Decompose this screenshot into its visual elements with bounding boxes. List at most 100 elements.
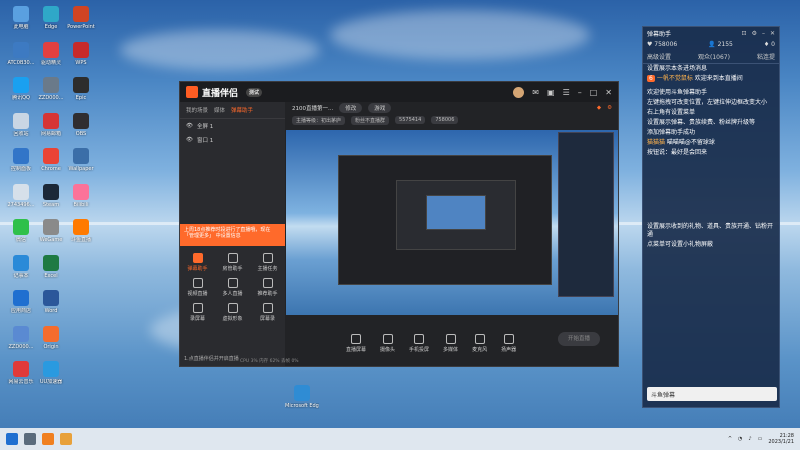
fans-count: ♥ 758006: [647, 41, 678, 48]
logo-icon: [186, 86, 198, 98]
user-name[interactable]: 一帆不觉鼠标: [657, 75, 695, 82]
desktop-icon[interactable]: ZZD000...: [4, 325, 38, 350]
notification-icon[interactable]: ✉: [532, 88, 539, 97]
share-icon[interactable]: ◆: [597, 105, 601, 111]
tool-button[interactable]: 主播任务: [250, 253, 285, 272]
tool-button[interactable]: 视频直播: [180, 278, 215, 297]
tool-button[interactable]: 多人直播: [215, 278, 250, 297]
desktop-icon[interactable]: Origin: [34, 325, 68, 350]
desktop-icon[interactable]: PowerPoint: [64, 6, 98, 30]
tool-label: 主播任务: [257, 266, 278, 272]
minimize-icon[interactable]: –: [578, 88, 582, 97]
danmu-assistant-panel: 弹幕助手 ⊡ ⚙ – ✕ ♥ 758006 👤 2155 ♦ 0 高级设置 观众(…: [642, 26, 780, 408]
tool-button[interactable]: 推荐助手: [250, 278, 285, 297]
eye-icon[interactable]: 👁: [186, 123, 193, 129]
danmu-tab[interactable]: 粘连提: [757, 52, 775, 61]
app-icon: [13, 41, 29, 58]
desktop-icon[interactable]: 回收站: [4, 112, 38, 137]
volume-icon[interactable]: ♪: [748, 436, 751, 442]
tool-button[interactable]: 弹幕助手: [180, 253, 215, 272]
desktop-icon[interactable]: 应用商店: [4, 290, 38, 314]
start-live-button[interactable]: 开始直播: [558, 332, 601, 346]
search-icon[interactable]: [24, 433, 36, 445]
desktop-icon[interactable]: 网易云音乐: [4, 361, 38, 385]
desktop-icon[interactable]: Chrome: [34, 148, 68, 172]
lock-icon[interactable]: ⊡: [742, 30, 747, 37]
maximize-icon[interactable]: □: [590, 88, 598, 97]
tool-button[interactable]: 虚拟形象: [215, 303, 250, 322]
desktop-icon[interactable]: Steam: [34, 183, 68, 208]
tool-button[interactable]: 屏幕录: [250, 303, 285, 322]
desktop-icon[interactable]: WPS: [64, 41, 98, 66]
desktop-icon[interactable]: UU加速器: [34, 361, 68, 385]
user-name[interactable]: 猫猫猫: [647, 139, 667, 146]
scene-item[interactable]: 👁 全屏 1: [180, 119, 285, 133]
desktop-icon[interactable]: 控制面板: [4, 148, 38, 172]
desktop-icon[interactable]: OBS: [64, 112, 98, 137]
left-panel: 我的场景 媒体 弹幕助手 👁 全屏 1 👁 窗口 1 上周18点推荐时段进行了直播哦，现在…: [180, 102, 285, 366]
desktop-icon[interactable]: 2743496...: [4, 183, 38, 208]
control-button[interactable]: 手机投屏: [409, 333, 429, 353]
control-button[interactable]: 多媒体: [443, 333, 458, 353]
taskbar-app-live[interactable]: [42, 433, 54, 445]
category-selector[interactable]: 游戏: [368, 103, 392, 113]
settings-icon[interactable]: ⚙: [752, 30, 757, 37]
left-tab[interactable]: 媒体: [214, 106, 225, 114]
battery-icon[interactable]: ▭: [758, 436, 763, 442]
desktop-icon[interactable]: ZZD000...: [34, 77, 68, 101]
desktop-icon[interactable]: Bilibili: [64, 183, 98, 208]
close-icon[interactable]: ✕: [770, 30, 775, 37]
level-badge: 6: [647, 75, 655, 82]
notice-banner[interactable]: 上周18点推荐时段进行了直播哦，现在 「管理更多」 中设置信息: [180, 224, 285, 246]
desktop-icon[interactable]: Excel: [34, 254, 68, 279]
taskbar-app-folder[interactable]: [60, 433, 72, 445]
chevron-up-icon[interactable]: ^: [728, 436, 732, 442]
desktop-icon[interactable]: 记事本: [4, 254, 38, 279]
tool-label: 房管助手: [222, 266, 243, 272]
control-button[interactable]: 麦克风: [472, 333, 487, 353]
edit-title-button[interactable]: 修改: [339, 103, 363, 113]
danmu-header: 弹幕助手 ⊡ ⚙ – ✕: [643, 27, 779, 39]
gift-icon[interactable]: ▣: [547, 88, 555, 97]
message-text: 设置展示弹幕、贵族续费、粉丝牌升级等: [647, 119, 756, 126]
desktop-icon[interactable]: Epic: [64, 77, 98, 101]
control-button[interactable]: 扬声器: [501, 333, 516, 353]
danmu-message: 设置展示收到的礼物、道具、贵族开通、钻粉开通: [643, 222, 779, 240]
message-text: 喵喵喵@不留球球: [666, 139, 715, 146]
desktop-icon[interactable]: 微信: [4, 219, 38, 243]
desktop-icon[interactable]: ATC0B30...: [4, 41, 38, 66]
desktop-icon[interactable]: Wallpaper: [64, 148, 98, 172]
minimize-icon[interactable]: –: [762, 30, 765, 37]
desktop-icon[interactable]: 腾讯QQ: [4, 77, 38, 101]
avatar[interactable]: [513, 86, 525, 98]
settings-icon[interactable]: ⚙: [607, 105, 612, 111]
live-preview[interactable]: [286, 130, 618, 315]
danmu-tab[interactable]: 观众(1067): [698, 52, 730, 61]
eye-icon[interactable]: 👁: [186, 137, 193, 143]
start-button[interactable]: [6, 433, 18, 445]
scene-item[interactable]: 👁 窗口 1: [180, 133, 285, 147]
app-icon: [73, 41, 89, 58]
tool-button[interactable]: 房管助手: [215, 253, 250, 272]
desktop-icon[interactable]: 网易邮箱: [34, 112, 68, 137]
tool-icon: [262, 278, 273, 288]
left-tab[interactable]: 我的场景: [186, 106, 208, 114]
desktop-icon[interactable]: Word: [34, 290, 68, 314]
desktop-icon[interactable]: 驱动精灵: [34, 41, 68, 66]
desktop-icon[interactable]: Microsoft Edge: [285, 385, 319, 409]
tool-button[interactable]: 录屏幕: [180, 303, 215, 322]
danmu-tab[interactable]: 高级设置: [647, 52, 671, 61]
network-icon[interactable]: ◔: [738, 436, 742, 442]
menu-icon[interactable]: ☰: [563, 88, 570, 97]
control-button[interactable]: 直播屏幕: [346, 333, 366, 353]
desktop-icon[interactable]: 斗鱼直播: [64, 219, 98, 243]
danmu-message: 右上角有设置菜单: [643, 108, 779, 118]
clock[interactable]: 21:28 2023/1/21: [768, 433, 794, 445]
control-button[interactable]: 摄像头: [380, 333, 395, 353]
close-icon[interactable]: ✕: [605, 88, 612, 97]
desktop-icon[interactable]: 此电脑: [4, 6, 38, 30]
desktop-icon[interactable]: WeGame: [34, 219, 68, 243]
left-tab[interactable]: 弹幕助手: [231, 106, 253, 114]
app-icon: [73, 219, 89, 235]
desktop-icon[interactable]: Edge: [34, 6, 68, 30]
